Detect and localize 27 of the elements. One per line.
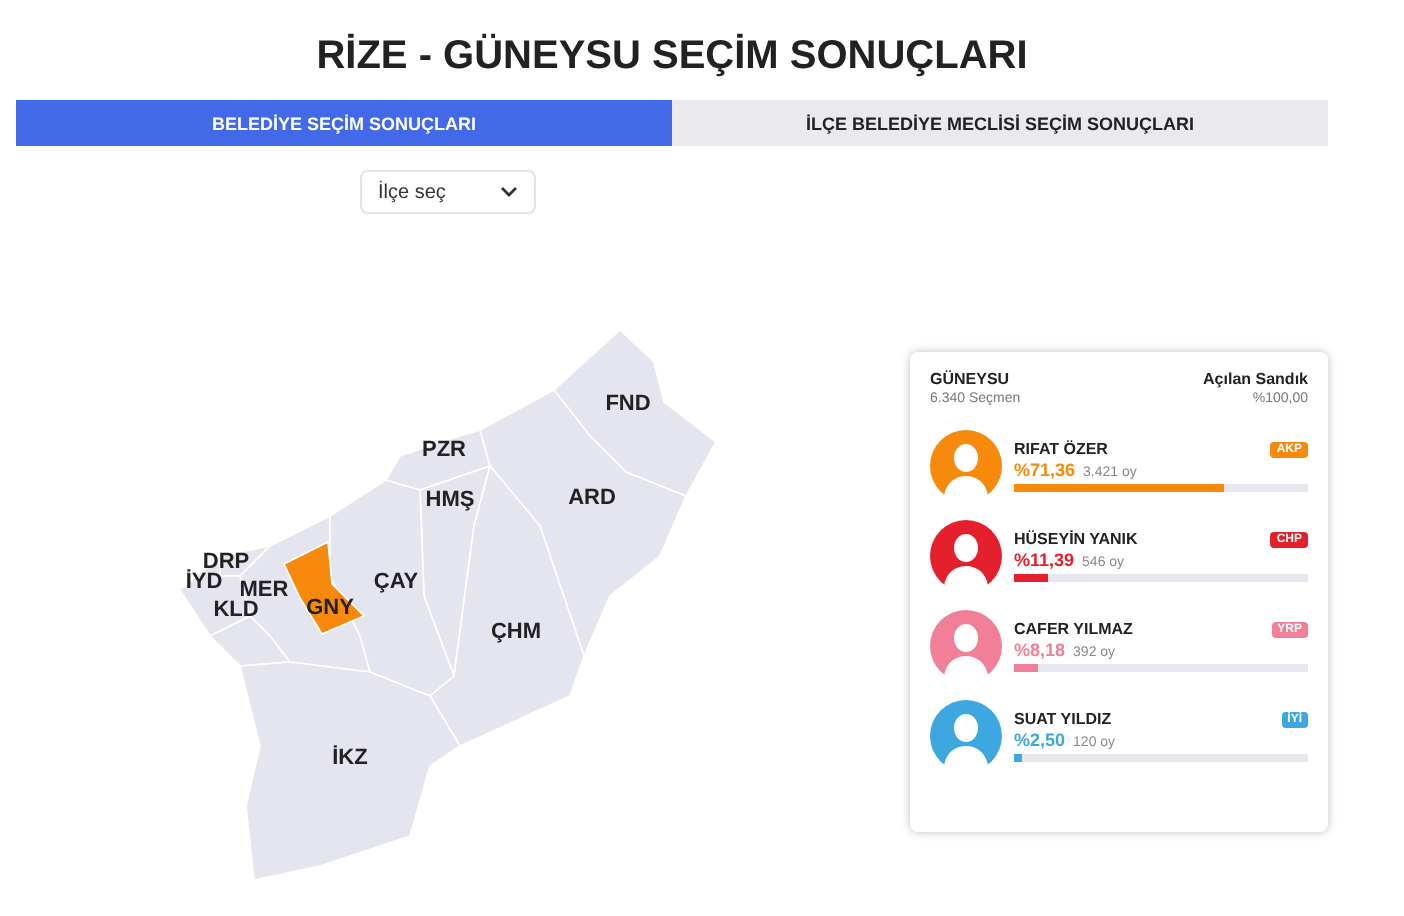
vote-percent: %8,18	[1014, 640, 1066, 660]
vote-percent: %11,39	[1014, 550, 1075, 570]
district-label: ÇHM	[490, 620, 542, 644]
vote-percent: %2,50	[1014, 730, 1066, 750]
district-label: DRP	[202, 550, 250, 574]
candidate-name: RIFAT ÖZER	[1014, 440, 1108, 458]
district-label: ARD	[568, 486, 616, 510]
district-label: PZR	[422, 438, 466, 462]
district-label: İYD	[185, 570, 223, 594]
district-label: HMŞ	[425, 488, 475, 512]
tab[interactable]: İLÇE BELEDİYE MECLİSİ SEÇİM SONUÇLARI	[672, 100, 1328, 146]
district-label: FND	[605, 392, 651, 416]
tab[interactable]: BELEDİYE SEÇİM SONUÇLARI	[16, 100, 672, 146]
district-dropdown[interactable]: İlçe seç	[360, 170, 536, 214]
district-label: ÇAY	[373, 570, 419, 594]
place-name: GÜNEYSU	[930, 370, 1012, 388]
candidate-name: CAFER YILMAZ	[1014, 620, 1133, 638]
district-label: GNY	[306, 596, 354, 620]
candidate-name: SUAT YILDIZ	[1014, 710, 1112, 728]
vote-percent: %71,36	[1014, 460, 1076, 480]
chevron-icon	[500, 186, 518, 198]
district-label: KLD	[213, 598, 259, 622]
district-label: MER	[239, 578, 289, 602]
page-title: RİZE - GÜNEYSU SEÇİM SONUÇLARI	[314, 31, 1030, 82]
district-label: İKZ	[332, 746, 368, 770]
opened-label: Açılan Sandık	[1203, 370, 1308, 388]
candidate-name: HÜSEYİN YANIK	[1014, 530, 1138, 548]
